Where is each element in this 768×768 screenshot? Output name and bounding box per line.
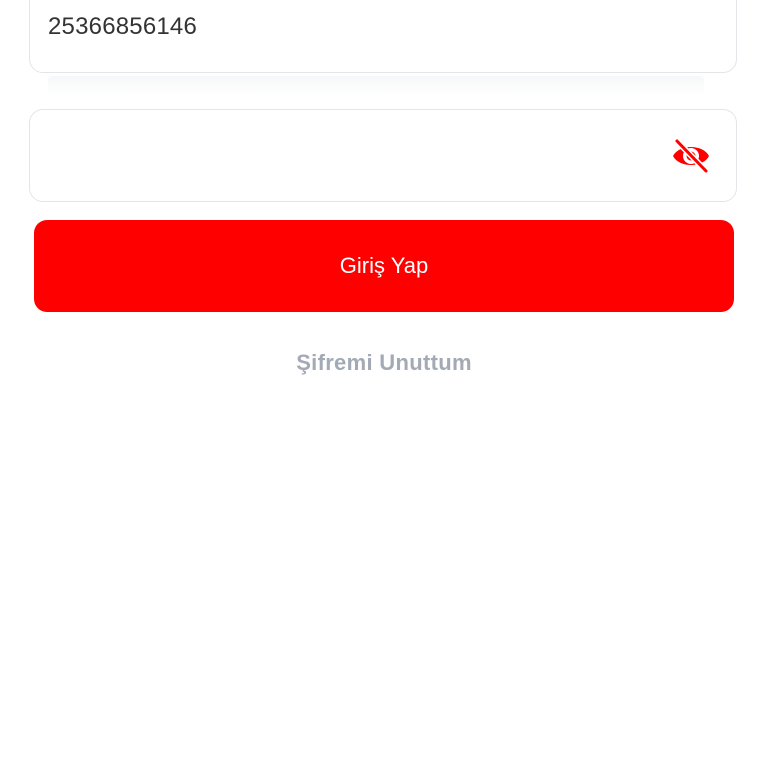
- field-divider-shadow: [48, 76, 704, 96]
- eye-off-icon: [673, 138, 709, 174]
- password-field[interactable]: [29, 109, 737, 202]
- username-field[interactable]: 25366856146: [29, 0, 737, 73]
- password-visibility-toggle[interactable]: [670, 136, 712, 176]
- forgot-password-link[interactable]: Şifremi Unuttum: [0, 350, 768, 376]
- username-value[interactable]: 25366856146: [48, 13, 197, 41]
- login-button[interactable]: Giriş Yap: [34, 220, 734, 312]
- login-form: 25366856146 Giriş Yap Şifremi Unuttum: [0, 0, 768, 768]
